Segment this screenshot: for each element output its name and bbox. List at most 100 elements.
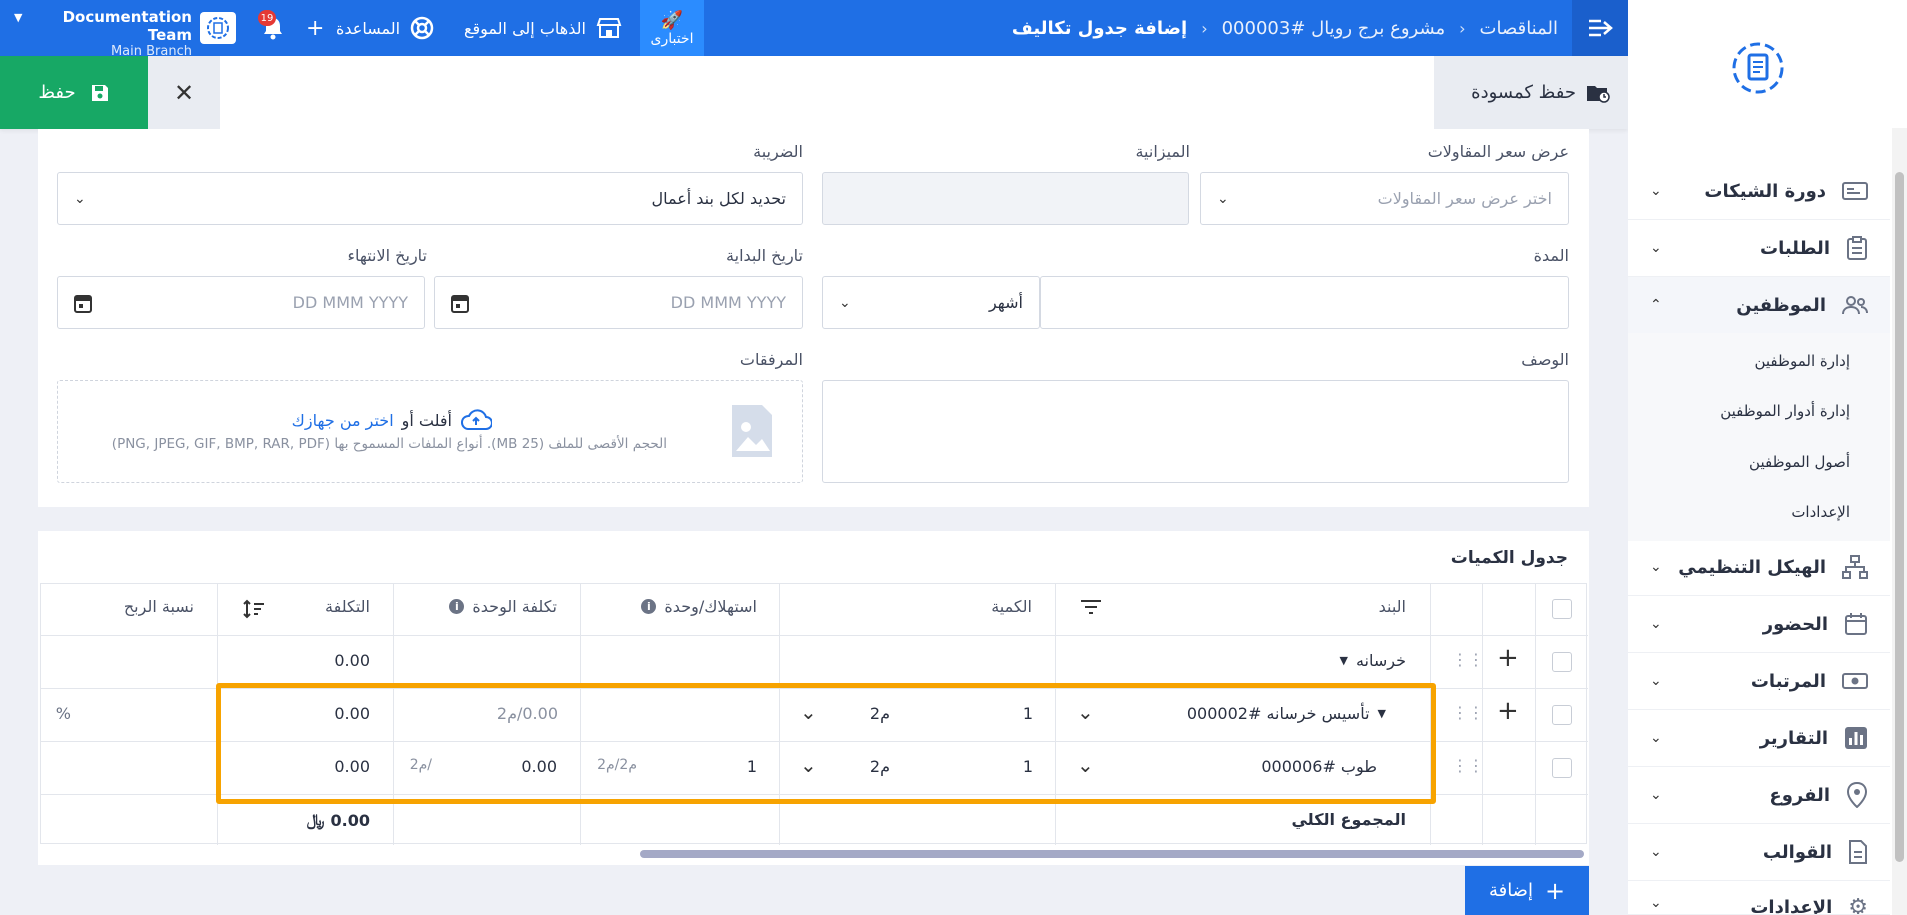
row2-unit-cost[interactable]: 0.00 — [521, 757, 557, 776]
close-button[interactable]: ✕ — [148, 56, 220, 129]
sidebar-item-label: الموظفين — [1736, 294, 1826, 316]
quote-select[interactable]: اختر عرض سعر المقاولات ⌄ — [1200, 172, 1569, 225]
row2-consumption[interactable]: 1 — [747, 757, 757, 776]
company-logo[interactable] — [200, 12, 236, 44]
sidebar-item-label: الإعدادات — [1750, 897, 1833, 915]
budget-label: الميزانية — [1135, 142, 1190, 161]
sidebar-item-reports[interactable]: التقارير ⌄ — [1628, 710, 1890, 767]
row1-profit[interactable]: % — [56, 704, 71, 723]
lifebuoy-icon — [410, 16, 434, 40]
chevron-down-icon[interactable]: ⌄ — [800, 753, 817, 777]
info-icon[interactable]: i — [641, 599, 657, 614]
tax-value: تحديد لكل بند أعمال — [651, 189, 786, 208]
add-row-icon[interactable]: + — [1497, 696, 1519, 726]
sidebar-item-org-structure[interactable]: الهيكل التنظيمي ⌄ — [1628, 539, 1890, 596]
save-label: حفظ — [38, 82, 76, 103]
add-icon[interactable]: + — [306, 0, 324, 56]
table-title: جدول الكميات — [1450, 548, 1568, 568]
notifications-button[interactable] — [262, 0, 284, 56]
chevron-down-icon[interactable]: ⌄ — [1077, 700, 1094, 724]
drag-handle-icon[interactable]: ⋮⋮ — [1452, 756, 1484, 775]
description-label: الوصف — [1521, 350, 1569, 369]
sidebar-item-branches[interactable]: الفروع ⌄ — [1628, 767, 1890, 824]
row2-qty[interactable]: 1 — [1023, 757, 1033, 776]
select-all-checkbox[interactable] — [1552, 599, 1572, 619]
money-icon — [1842, 673, 1868, 689]
upload-drop-text: أفلت أو — [401, 410, 452, 430]
breadcrumb-tenders[interactable]: المناقصات — [1480, 18, 1558, 39]
sidebar-item-label: دورة الشيكات — [1704, 180, 1826, 202]
group-name[interactable]: خرسانه ▼ — [1340, 651, 1407, 670]
page-title: إضافة جدول تكاليف — [1011, 17, 1188, 39]
header-qty: الكمية — [991, 597, 1032, 616]
sidebar-scroll-thumb[interactable] — [1895, 172, 1904, 862]
start-date-input[interactable]: DD MMM YYYY — [434, 276, 803, 329]
calendar-icon[interactable] — [451, 293, 469, 313]
description-textarea[interactable] — [822, 380, 1569, 483]
row1-unit[interactable]: م2 — [870, 704, 890, 723]
sidebar-item-label: القوالب — [1762, 841, 1832, 863]
table-horizontal-scrollbar[interactable] — [640, 850, 1584, 858]
save-button[interactable]: حفظ — [0, 56, 148, 129]
action-bar: حفظ ✕ حفظ كمسودة — [0, 56, 1628, 129]
quote-placeholder: اختر عرض سعر المقاولات — [1377, 189, 1552, 208]
sidebar-item-templates[interactable]: القوالب ⌄ — [1628, 824, 1890, 881]
sidebar-item-settings[interactable]: ⚙ الإعدادات ⌄ — [1628, 881, 1890, 915]
go-to-site-link[interactable]: الذهاب إلى الموقع — [464, 0, 622, 56]
group-name-label: خرسانه — [1355, 651, 1406, 670]
plus-icon: + — [1544, 876, 1566, 905]
team-switcher[interactable]: ▼ Documentation Team Main Branch — [14, 8, 192, 59]
end-date-placeholder: DD MMM YYYY — [292, 293, 408, 312]
add-row-icon[interactable]: + — [1497, 643, 1519, 673]
submenu-manage-employees[interactable]: إدارة الموظفين — [1628, 336, 1890, 386]
sidebar-item-attendance[interactable]: الحضور ⌄ — [1628, 596, 1890, 653]
duration-label: المدة — [1533, 246, 1569, 265]
upload-dropzone[interactable]: أفلت أو اختر من جهازك الحجم الأقصى للملف… — [57, 380, 803, 483]
calendar-icon[interactable] — [74, 293, 92, 313]
budget-field[interactable] — [822, 172, 1189, 225]
tax-select[interactable]: تحديد لكل بند أعمال ⌄ — [57, 172, 803, 225]
sidebar-item-label: الحضور — [1762, 613, 1828, 635]
collapse-menu-button[interactable] — [1572, 0, 1628, 56]
filter-icon[interactable] — [1080, 598, 1102, 620]
row-checkbox[interactable] — [1552, 652, 1572, 672]
chevron-down-icon[interactable]: ⌄ — [1077, 753, 1094, 777]
app-logo[interactable] — [1628, 0, 1888, 135]
row-checkbox[interactable] — [1552, 758, 1572, 778]
chevron-down-icon: ⌄ — [1650, 895, 1662, 911]
sidebar-item-employees[interactable]: الموظفين ⌃ — [1628, 277, 1890, 334]
row2-item[interactable]: طوب #000006 — [1261, 757, 1377, 776]
chevron-down-icon[interactable]: ⌄ — [800, 700, 817, 724]
drag-handle-icon[interactable]: ⋮⋮ — [1452, 650, 1484, 669]
breadcrumb-project[interactable]: مشروع برج رويال #000003 — [1222, 18, 1446, 39]
upload-pick-link[interactable]: اختر من جهازك — [292, 411, 394, 430]
try-button[interactable]: 🚀 اختبارى — [640, 0, 704, 56]
caret-down-icon: ▼ — [1377, 707, 1386, 720]
add-label: إضافة — [1488, 880, 1533, 901]
row1-qty[interactable]: 1 — [1023, 704, 1033, 723]
submenu-settings[interactable]: الإعدادات — [1628, 487, 1890, 537]
row2-unit[interactable]: م2 — [870, 757, 890, 776]
header-profit: نسبة الربح — [123, 597, 194, 616]
submenu-employee-assets[interactable]: أصول الموظفين — [1628, 437, 1890, 487]
row1-item[interactable]: ▼ تأسيس خرسانه #000002 — [1187, 704, 1386, 723]
sidebar-item-requests[interactable]: الطلبات ⌄ — [1628, 220, 1890, 277]
drag-handle-icon[interactable]: ⋮⋮ — [1452, 703, 1484, 722]
row-checkbox[interactable] — [1552, 705, 1572, 725]
sidebar-item-cheques[interactable]: دورة الشيكات ⌄ — [1628, 163, 1890, 220]
save-draft-button[interactable]: حفظ كمسودة — [1434, 56, 1628, 129]
sort-icon[interactable] — [242, 599, 266, 623]
help-link[interactable]: المساعدة — [336, 0, 434, 56]
duration-input[interactable] — [1040, 276, 1569, 329]
info-icon[interactable]: i — [449, 599, 465, 614]
attachments-label: المرفقات — [739, 350, 803, 369]
duration-unit-select[interactable]: أشهر ⌄ — [822, 276, 1040, 329]
currency-icon: ﷼ — [306, 810, 325, 829]
add-button[interactable]: + إضافة — [1465, 866, 1589, 915]
total-label: المجموع الكلي — [1291, 810, 1406, 829]
upload-prompt: أفلت أو اختر من جهازك — [292, 409, 492, 431]
submenu-employee-roles[interactable]: إدارة أدوار الموظفين — [1628, 386, 1890, 436]
end-date-input[interactable]: DD MMM YYYY — [57, 276, 425, 329]
collapse-arrow-icon — [1589, 19, 1613, 37]
sidebar-item-payroll[interactable]: المرتبات ⌄ — [1628, 653, 1890, 710]
